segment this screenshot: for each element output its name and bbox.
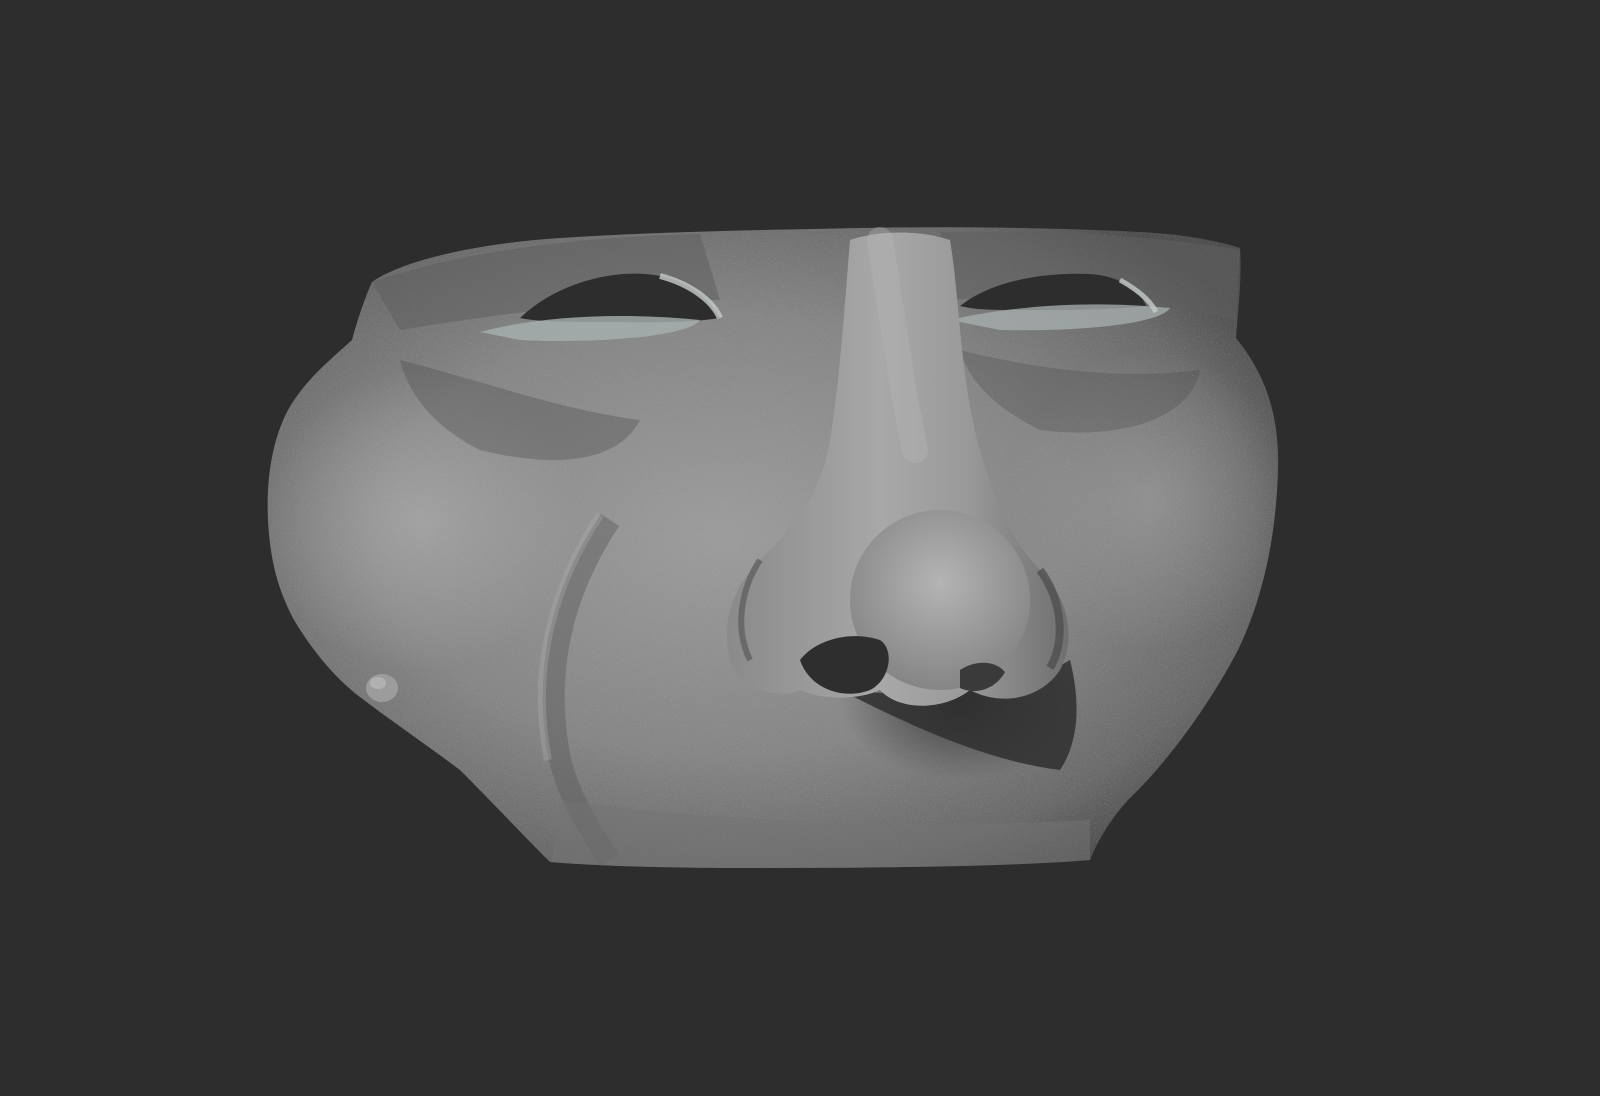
viewport-canvas[interactable] xyxy=(0,0,1600,1096)
face-sculpt-model[interactable] xyxy=(0,0,1600,1096)
cheek-mole xyxy=(366,674,398,702)
